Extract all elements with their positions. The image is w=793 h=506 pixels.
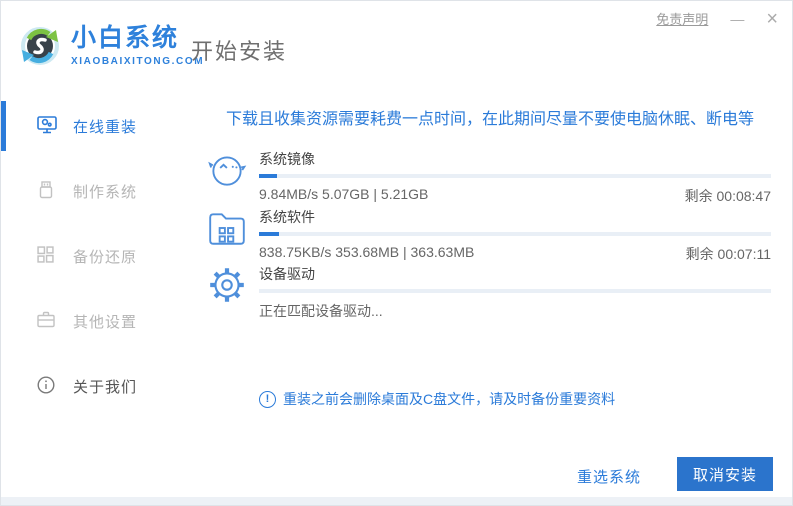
window-controls: 免责声明 — × [656,9,778,29]
progress-bar-track [259,174,771,178]
progress-bar-track [259,289,771,293]
task-remaining-time: 剩余 00:08:47 [684,188,771,204]
sidebar-item-label: 在线重装 [73,118,138,136]
indicator [1,361,6,411]
brand-logo-icon [15,21,65,71]
indicator [1,296,6,346]
app-window: 小白系统 XIAOBAIXITONG.COM 开始安装 免责声明 — × 在线重… [0,0,793,506]
task-status-text: 正在匹配设备驱动... [259,303,383,319]
monitor-reinstall-icon [37,116,57,136]
disclaimer-link[interactable]: 免责声明 [656,9,708,28]
task-speed-size: 9.84MB/s 5.07GB | 5.21GB [259,186,429,202]
sidebar-item-online-reinstall[interactable]: 在线重装 [1,101,186,151]
brand-domain: XIAOBAIXITONG.COM [71,55,205,67]
page-title: 开始安装 [191,39,288,64]
progress-bar-fill [259,232,280,236]
sidebar-item-about-us[interactable]: 关于我们 [1,361,186,411]
sidebar-item-label: 备份还原 [73,248,138,266]
sidebar-item-other-settings[interactable]: 其他设置 [1,296,186,346]
brand-text: 小白系统 XIAOBAIXITONG.COM [71,24,205,67]
task-remaining-time: 剩余 00:07:11 [685,246,771,262]
cancel-install-button[interactable]: 取消安装 [677,457,773,491]
sidebar-item-backup-restore[interactable]: 备份还原 [1,231,186,281]
exclamation-circle-icon: ! [259,390,276,408]
briefcase-settings-icon [37,311,57,331]
progress-bar-fill [259,174,277,178]
brand-name: 小白系统 [71,24,180,52]
mascot-face-icon [206,149,248,191]
window-bottom-progress-track [1,497,792,505]
active-indicator [1,101,6,151]
backup-blocks-icon [37,246,57,266]
sidebar-item-label: 关于我们 [73,378,138,396]
gear-icon [206,264,248,306]
indicator [1,166,6,216]
backup-notice: ! 重装之前会删除桌面及C盘文件，请及时备份重要资料 [259,389,615,409]
folder-apps-icon [206,207,248,249]
minimize-icon[interactable]: — [730,12,744,26]
sidebar-item-make-system[interactable]: 制作系统 [1,166,186,216]
download-warning-text: 下载且收集资源需要耗费一点时间，在此期间尽量不要使电脑休眠、断电等 [225,111,754,128]
close-icon[interactable]: × [766,9,778,29]
info-circle-icon [37,376,57,396]
sidebar-item-label: 制作系统 [73,183,138,201]
backup-notice-text: 重装之前会删除桌面及C盘文件，请及时备份重要资料 [283,391,616,407]
task-speed-size: 838.75KB/s 353.68MB | 363.63MB [259,244,475,260]
progress-bar-track [259,232,771,236]
task-title: 系统软件 [259,209,315,225]
usb-drive-icon [37,181,57,201]
reselect-system-link[interactable]: 重选系统 [577,466,641,487]
task-title: 系统镜像 [259,151,315,167]
task-title: 设备驱动 [259,266,315,282]
indicator [1,231,6,281]
sidebar-item-label: 其他设置 [73,313,138,331]
